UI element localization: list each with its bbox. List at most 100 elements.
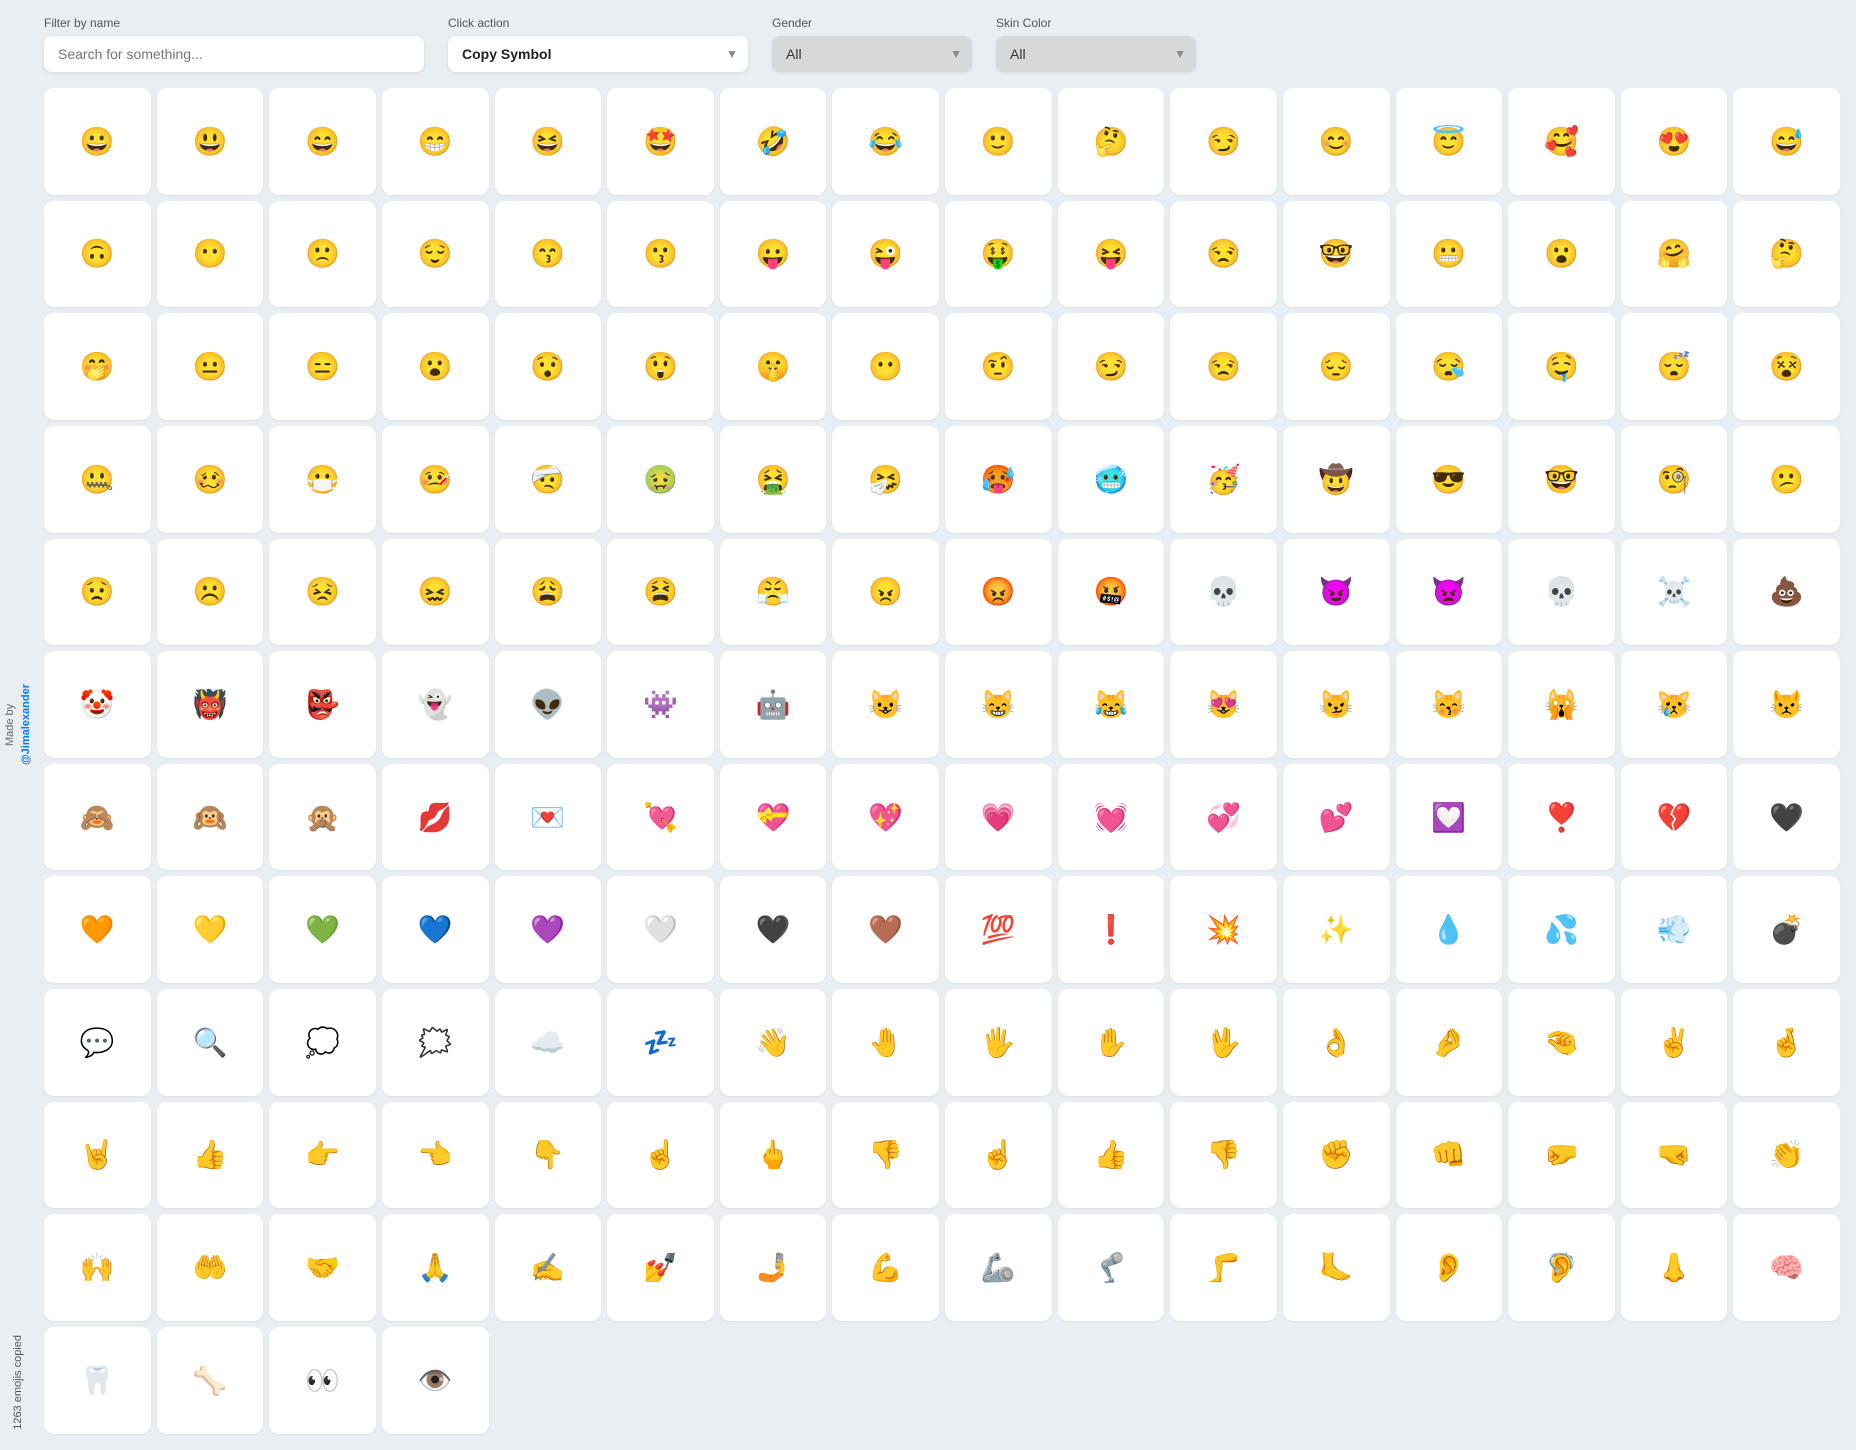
emoji-cell[interactable]: 💣 [1733, 876, 1840, 983]
emoji-cell[interactable]: 😈 [1283, 539, 1390, 646]
emoji-cell[interactable]: 🤬 [1058, 539, 1165, 646]
emoji-cell[interactable]: 🤤 [1508, 313, 1615, 420]
emoji-cell[interactable]: 🦵 [1170, 1214, 1277, 1321]
emoji-cell[interactable]: 🤜 [1621, 1102, 1728, 1209]
search-input[interactable] [44, 36, 424, 72]
emoji-cell[interactable]: 😒 [1170, 201, 1277, 308]
emoji-cell[interactable]: ✊ [1283, 1102, 1390, 1209]
emoji-cell[interactable]: 💩 [1733, 539, 1840, 646]
emoji-cell[interactable]: 😒 [1170, 313, 1277, 420]
emoji-cell[interactable]: 🤲 [157, 1214, 264, 1321]
emoji-cell[interactable]: 😫 [607, 539, 714, 646]
emoji-cell[interactable]: 😙 [495, 201, 602, 308]
emoji-cell[interactable]: 👾 [607, 651, 714, 758]
emoji-cell[interactable]: 💔 [1621, 764, 1728, 871]
emoji-cell[interactable]: 😌 [382, 201, 489, 308]
emoji-cell[interactable]: 😕 [1733, 426, 1840, 533]
emoji-cell[interactable]: 😂 [832, 88, 939, 195]
emoji-cell[interactable]: ☁️ [495, 989, 602, 1096]
emoji-cell[interactable]: 😖 [382, 539, 489, 646]
emoji-cell[interactable]: 🤗 [1621, 201, 1728, 308]
emoji-cell[interactable]: 💘 [607, 764, 714, 871]
emoji-cell[interactable]: 🙉 [157, 764, 264, 871]
emoji-cell[interactable]: 🤛 [1508, 1102, 1615, 1209]
emoji-cell[interactable]: 🙊 [269, 764, 376, 871]
emoji-cell[interactable]: 😅 [1733, 88, 1840, 195]
emoji-cell[interactable]: 😯 [495, 313, 602, 420]
emoji-cell[interactable]: 👽 [495, 651, 602, 758]
emoji-cell[interactable]: 🥴 [157, 426, 264, 533]
emoji-cell[interactable]: 🤌 [1396, 989, 1503, 1096]
emoji-cell[interactable]: 😛 [720, 201, 827, 308]
emoji-cell[interactable]: 😠 [832, 539, 939, 646]
emoji-cell[interactable]: 💥 [1170, 876, 1277, 983]
emoji-cell[interactable]: 😊 [1283, 88, 1390, 195]
emoji-cell[interactable]: 😜 [832, 201, 939, 308]
emoji-cell[interactable]: 😮 [382, 313, 489, 420]
emoji-cell[interactable]: 🖖 [1170, 989, 1277, 1096]
emoji-cell[interactable]: 😼 [1283, 651, 1390, 758]
emoji-cell[interactable]: ✍️ [495, 1214, 602, 1321]
emoji-cell[interactable]: 💖 [832, 764, 939, 871]
emoji-cell[interactable]: 🥰 [1508, 88, 1615, 195]
emoji-cell[interactable]: 😏 [1058, 313, 1165, 420]
emoji-cell[interactable]: 💋 [382, 764, 489, 871]
emoji-cell[interactable]: 😤 [720, 539, 827, 646]
emoji-cell[interactable]: 🤕 [495, 426, 602, 533]
emoji-cell[interactable]: ✨ [1283, 876, 1390, 983]
emoji-cell[interactable]: 👇 [495, 1102, 602, 1209]
emoji-cell[interactable]: 🤑 [945, 201, 1052, 308]
emoji-cell[interactable]: 👃 [1621, 1214, 1728, 1321]
emoji-cell[interactable]: ✋ [1058, 989, 1165, 1096]
emoji-cell[interactable]: 😽 [1396, 651, 1503, 758]
emoji-cell[interactable]: 😻 [1170, 651, 1277, 758]
emoji-cell[interactable]: ❗ [1058, 876, 1165, 983]
emoji-cell[interactable]: 💝 [720, 764, 827, 871]
emoji-cell[interactable]: 😆 [495, 88, 602, 195]
emoji-cell[interactable]: ❣️ [1508, 764, 1615, 871]
emoji-cell[interactable]: 🤫 [720, 313, 827, 420]
emoji-cell[interactable]: 🤓 [1508, 426, 1615, 533]
emoji-cell[interactable]: 🤩 [607, 88, 714, 195]
emoji-cell[interactable]: 🦻 [1508, 1214, 1615, 1321]
emoji-cell[interactable]: 💅 [607, 1214, 714, 1321]
emoji-cell[interactable]: 😇 [1396, 88, 1503, 195]
emoji-cell[interactable]: 💜 [495, 876, 602, 983]
emoji-cell[interactable]: 🦿 [1058, 1214, 1165, 1321]
emoji-cell[interactable]: 😣 [269, 539, 376, 646]
emoji-cell[interactable]: 👍 [1058, 1102, 1165, 1209]
emoji-cell[interactable]: 🖤 [720, 876, 827, 983]
emoji-cell[interactable]: 😸 [945, 651, 1052, 758]
emoji-cell[interactable]: 💬 [44, 989, 151, 1096]
emoji-cell[interactable]: 🙂 [945, 88, 1052, 195]
emoji-cell[interactable]: 🤔 [1058, 88, 1165, 195]
emoji-cell[interactable]: 💀 [1170, 539, 1277, 646]
emoji-cell[interactable]: 👉 [269, 1102, 376, 1209]
emoji-cell[interactable]: 😬 [1396, 201, 1503, 308]
emoji-cell[interactable]: 🙃 [44, 201, 151, 308]
emoji-cell[interactable]: 🤐 [44, 426, 151, 533]
emoji-cell[interactable]: 😃 [157, 88, 264, 195]
emoji-cell[interactable]: 👎 [832, 1102, 939, 1209]
emoji-cell[interactable]: ✌️ [1621, 989, 1728, 1096]
emoji-cell[interactable]: 🤧 [832, 426, 939, 533]
emoji-cell[interactable]: 🔍 [157, 989, 264, 1096]
emoji-cell[interactable]: 👂 [1396, 1214, 1503, 1321]
emoji-cell[interactable]: 🧠 [1733, 1214, 1840, 1321]
emoji-cell[interactable]: 😮 [1508, 201, 1615, 308]
emoji-cell[interactable]: 😟 [44, 539, 151, 646]
emoji-cell[interactable]: 🗯️ [382, 989, 489, 1096]
emoji-cell[interactable]: 🙈 [44, 764, 151, 871]
emoji-cell[interactable]: 👋 [720, 989, 827, 1096]
emoji-cell[interactable]: 😹 [1058, 651, 1165, 758]
emoji-cell[interactable]: 😴 [1621, 313, 1728, 420]
emoji-cell[interactable]: 😐 [157, 313, 264, 420]
emoji-cell[interactable]: 🦴 [157, 1327, 264, 1434]
emoji-cell[interactable]: 🤡 [44, 651, 151, 758]
emoji-cell[interactable]: 😔 [1283, 313, 1390, 420]
emoji-cell[interactable]: 😩 [495, 539, 602, 646]
emoji-cell[interactable]: 😡 [945, 539, 1052, 646]
emoji-cell[interactable]: 🦷 [44, 1327, 151, 1434]
emoji-cell[interactable]: 🙌 [44, 1214, 151, 1321]
emoji-cell[interactable]: 🤭 [44, 313, 151, 420]
